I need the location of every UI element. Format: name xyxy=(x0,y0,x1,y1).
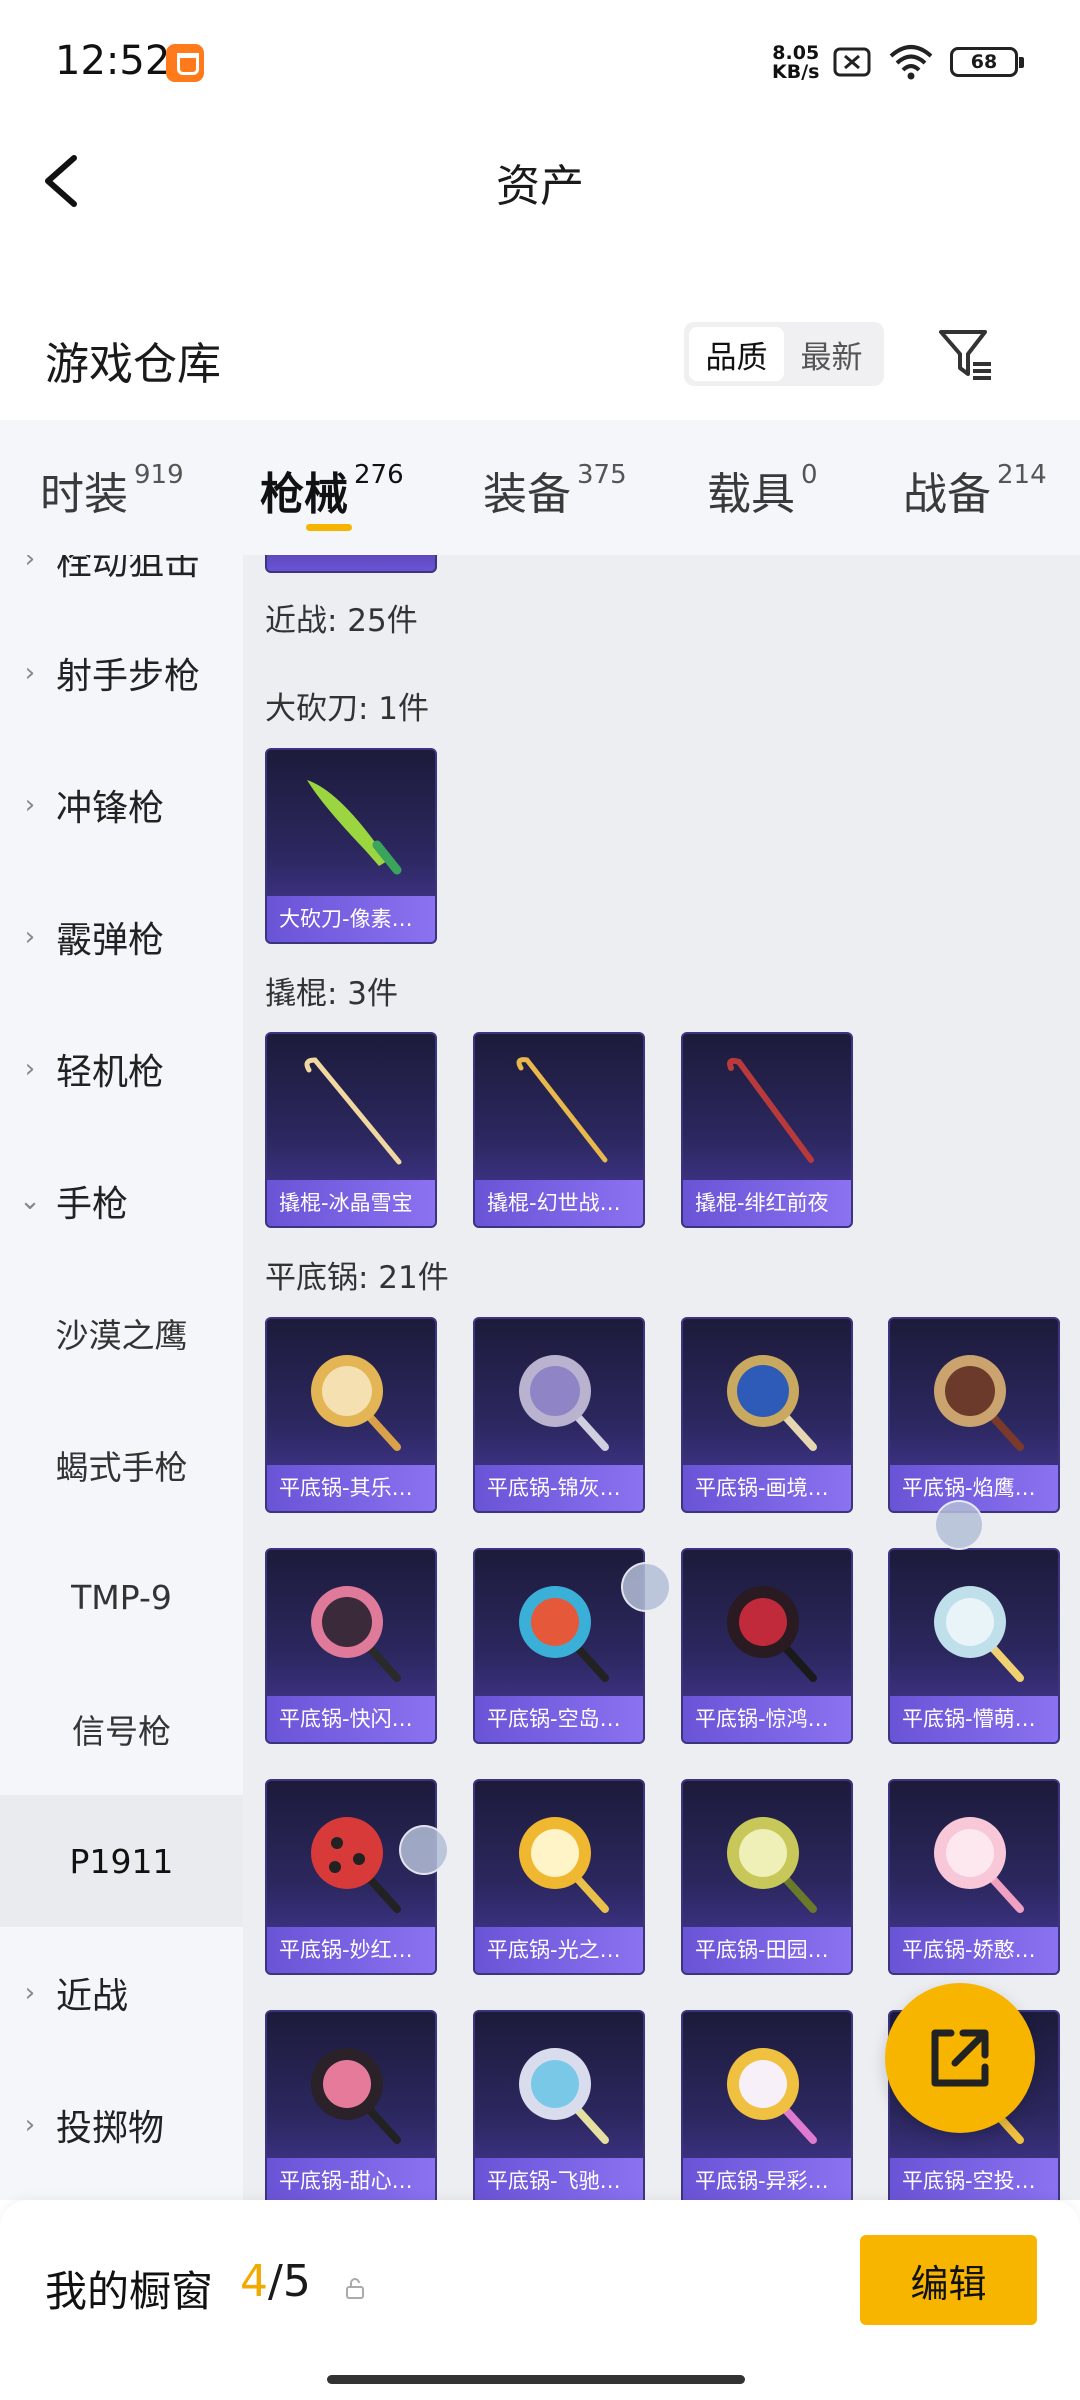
item-card[interactable]: 平底锅-甜心… xyxy=(265,2010,437,2200)
frying-pan-icon xyxy=(934,1355,1024,1451)
tab-fashion[interactable]: 时装 919 xyxy=(40,458,184,522)
chevron-right-icon: › xyxy=(24,922,36,952)
section-title: 平底锅: 21件 xyxy=(265,1260,449,1296)
item-card[interactable]: 平底锅-其乐… xyxy=(265,1317,437,1513)
machete-icon xyxy=(307,780,402,875)
tab-vehicles[interactable]: 载具 0 xyxy=(707,458,818,522)
item-card[interactable]: 平底锅-画境… xyxy=(681,1317,853,1513)
sort-quality-button[interactable]: 品质 xyxy=(689,327,784,381)
item-card-partial[interactable] xyxy=(265,555,437,573)
sidebar-item-lmg[interactable]: › 轻机枪 xyxy=(0,1003,243,1135)
item-card[interactable]: 平底锅-焰鹰… xyxy=(888,1317,1060,1513)
crowbar-icon xyxy=(304,1057,402,1165)
item-card[interactable]: 平底锅-快闪… xyxy=(265,1548,437,1744)
sidebar-item-tmp9[interactable]: TMP-9 xyxy=(0,1531,243,1663)
category-tabs: 时装 919 枪械 276 装备 375 载具 0 战备 214 xyxy=(0,420,1080,555)
item-card[interactable]: 大砍刀-像素… xyxy=(265,748,437,944)
item-card[interactable]: 平底锅-惊鸿… xyxy=(681,1548,853,1744)
tab-equipment[interactable]: 装备 375 xyxy=(483,458,627,522)
touch-indicator xyxy=(621,1562,671,1612)
sidebar-item-desert-eagle[interactable]: 沙漠之鹰 xyxy=(0,1267,243,1399)
crowbar-icon xyxy=(516,1057,608,1163)
item-card[interactable]: 撬棍-冰晶雪宝 xyxy=(265,1032,437,1228)
frying-pan-icon xyxy=(727,2048,817,2144)
frying-pan-icon xyxy=(934,1586,1024,1682)
frying-pan-icon xyxy=(519,2048,609,2144)
frying-pan-icon xyxy=(934,1817,1024,1913)
filter-icon[interactable] xyxy=(935,324,995,384)
page-title: 资产 xyxy=(496,161,584,212)
frying-pan-icon xyxy=(727,1817,817,1913)
touch-indicator xyxy=(934,1500,984,1550)
chevron-right-icon: › xyxy=(24,1978,36,2008)
share-fab-button[interactable] xyxy=(885,1983,1035,2133)
status-bar: 12:52 8.05 KB/s 68 xyxy=(0,0,1080,130)
sidebar-item-skorpion[interactable]: 蝎式手枪 xyxy=(0,1399,243,1531)
chevron-right-icon: › xyxy=(24,1054,36,1084)
crowbar-icon xyxy=(727,1057,814,1163)
sidebar-item-p1911[interactable]: P1911 xyxy=(0,1795,243,1927)
sidebar-item-smg[interactable]: › 冲锋枪 xyxy=(0,739,243,871)
shopping-bag-icon xyxy=(166,44,204,82)
frying-pan-icon xyxy=(519,1586,609,1682)
item-card[interactable]: 平底锅-懵萌… xyxy=(888,1548,1060,1744)
warehouse-header: 游戏仓库 品质 最新 xyxy=(0,300,1080,420)
melee-count-heading: 近战: 25件 xyxy=(265,603,418,639)
chevron-right-icon: › xyxy=(24,790,36,820)
status-time: 12:52 xyxy=(55,38,171,84)
item-card[interactable]: 平底锅-妙红… xyxy=(265,1779,437,1975)
wifi-icon xyxy=(889,45,933,80)
frying-pan-icon xyxy=(519,1355,609,1451)
touch-indicator xyxy=(399,1825,449,1875)
item-card[interactable]: 平底锅-田园… xyxy=(681,1779,853,1975)
chevron-right-icon: › xyxy=(24,555,36,574)
share-external-icon xyxy=(931,2029,989,2087)
section-title: 撬棍: 3件 xyxy=(265,976,399,1012)
item-card[interactable]: 平底锅-娇憨… xyxy=(888,1779,1060,1975)
frying-pan-icon xyxy=(727,1586,817,1682)
item-card[interactable]: 平底锅-光之… xyxy=(473,1779,645,1975)
item-card[interactable]: 撬棍-幻世战… xyxy=(473,1032,645,1228)
item-card[interactable]: 平底锅-空岛… xyxy=(473,1548,645,1744)
item-card[interactable]: 平底锅-锦灰… xyxy=(473,1317,645,1513)
frying-pan-icon xyxy=(311,2048,401,2144)
chevron-down-icon: ⌄ xyxy=(19,1186,41,1216)
frying-pan-icon xyxy=(727,1355,817,1451)
warehouse-title: 游戏仓库 xyxy=(45,339,221,390)
showcase-count: 4/5 xyxy=(240,2256,311,2307)
sidebar-item-flare-gun[interactable]: 信号枪 xyxy=(0,1663,243,1795)
home-indicator xyxy=(327,2375,745,2384)
weapon-sidebar: › 栓动狙击 › 射手步枪 › 冲锋枪 › 霰弹枪 › 轻机枪 ⌄ 手枪 沙漠之鹰 蝎式手枪… xyxy=(0,555,243,2200)
sidebar-item-throwables[interactable]: › 投掷物 xyxy=(0,2059,243,2191)
item-card[interactable]: 撬棍-绯红前夜 xyxy=(681,1032,853,1228)
sort-latest-button[interactable]: 最新 xyxy=(784,327,879,381)
item-card[interactable]: 平底锅-异彩… xyxy=(681,2010,853,2200)
item-card[interactable]: 平底锅-飞驰… xyxy=(473,2010,645,2200)
battery-indicator: 68 xyxy=(950,47,1024,77)
tab-firearms[interactable]: 枪械 276 xyxy=(260,458,404,522)
showcase-bar: 我的橱窗 4/5 编辑 xyxy=(0,2200,1080,2400)
chevron-right-icon: › xyxy=(24,2110,36,2140)
network-speed: 8.05 KB/s xyxy=(772,42,820,83)
frying-pan-icon xyxy=(311,1586,401,1682)
frying-pan-icon xyxy=(519,1817,609,1913)
frying-pan-icon xyxy=(311,1355,401,1451)
lock-icon xyxy=(346,2278,364,2299)
edit-showcase-button[interactable]: 编辑 xyxy=(860,2235,1037,2325)
item-grid-area: 近战: 25件 大砍刀: 1件 大砍刀-像素… 撬棍: 3件 撬棍-冰晶雪宝 撬… xyxy=(243,555,1080,2200)
sidebar-item-pistol[interactable]: ⌄ 手枪 xyxy=(0,1135,243,1267)
showcase-title: 我的橱窗 xyxy=(45,2267,214,2316)
sidebar-item-melee[interactable]: › 近战 xyxy=(0,1927,243,2059)
tab-supplies[interactable]: 战备 214 xyxy=(903,458,1047,522)
sort-toggle: 品质 最新 xyxy=(684,322,884,386)
active-tab-indicator xyxy=(306,524,352,531)
sidebar-item-shotgun[interactable]: › 霰弹枪 xyxy=(0,871,243,1003)
app-header: 资产 xyxy=(0,130,1080,230)
sim-off-icon xyxy=(833,47,871,77)
section-title: 大砍刀: 1件 xyxy=(265,691,430,727)
sidebar-item-marksman-rifle[interactable]: › 射手步枪 xyxy=(0,607,243,739)
chevron-right-icon: › xyxy=(24,658,36,688)
